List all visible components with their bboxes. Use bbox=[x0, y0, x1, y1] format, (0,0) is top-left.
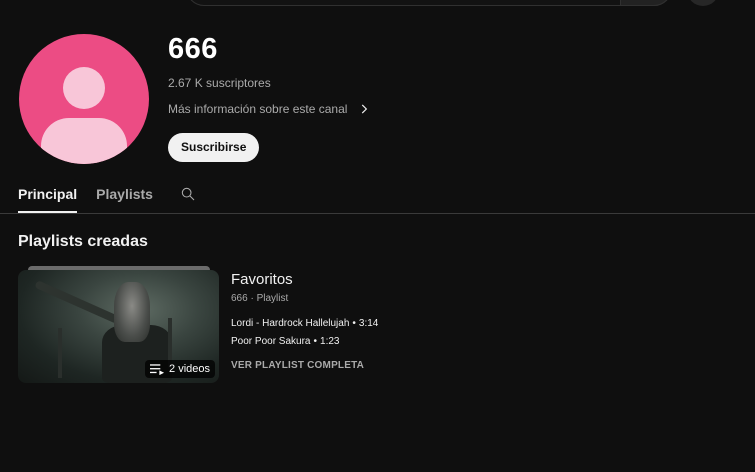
playlist-icon bbox=[150, 364, 165, 375]
playlist-meta: 666 · Playlist bbox=[231, 293, 289, 304]
video-title: Lordi - Hardrock Hallelujah bbox=[231, 318, 350, 329]
separator: • bbox=[313, 336, 318, 347]
voice-search-button[interactable] bbox=[687, 0, 719, 6]
more-info-label: Más información sobre este canal bbox=[168, 102, 348, 116]
playlist-video-item[interactable]: Poor Poor Sakura • 1:23 bbox=[231, 336, 339, 347]
channel-tabs: Principal Playlists bbox=[18, 185, 196, 213]
subscriber-count: 2.67 K suscriptores bbox=[168, 76, 271, 90]
section-title: Playlists creadas bbox=[18, 233, 148, 250]
playlist-video-item[interactable]: Lordi - Hardrock Hallelujah • 3:14 bbox=[231, 318, 378, 329]
video-count: 2 videos bbox=[169, 363, 210, 375]
video-duration: 1:23 bbox=[320, 336, 340, 347]
video-title: Poor Poor Sakura bbox=[231, 336, 311, 347]
channel-avatar bbox=[19, 34, 149, 164]
search-box[interactable] bbox=[186, 0, 672, 6]
tab-playlists[interactable]: Playlists bbox=[96, 185, 153, 213]
view-full-playlist-link[interactable]: VER PLAYLIST COMPLETA bbox=[231, 360, 364, 371]
avatar-head bbox=[63, 67, 105, 109]
more-info-link[interactable]: Más información sobre este canal bbox=[168, 102, 371, 116]
tabs-divider bbox=[0, 213, 755, 214]
chevron-right-icon bbox=[362, 104, 368, 114]
thumbnail-detail bbox=[58, 328, 62, 378]
avatar-body bbox=[41, 118, 127, 164]
video-duration: 3:14 bbox=[358, 318, 379, 329]
separator: • bbox=[352, 318, 356, 329]
search-icon[interactable] bbox=[180, 186, 196, 202]
search-button[interactable] bbox=[620, 0, 672, 6]
playlist-title[interactable]: Favoritos bbox=[231, 271, 293, 288]
playlist-thumbnail[interactable]: 2 videos bbox=[18, 270, 219, 383]
subscribe-button[interactable]: Suscribirse bbox=[168, 133, 260, 162]
thumbnail-figure-head bbox=[114, 282, 150, 342]
channel-page: 666 2.67 K suscriptores Más información … bbox=[0, 0, 755, 472]
tab-principal[interactable]: Principal bbox=[18, 185, 78, 213]
channel-name: 666 bbox=[168, 33, 218, 65]
thumbnail-arm bbox=[34, 280, 120, 324]
video-count-badge: 2 videos bbox=[145, 360, 215, 378]
